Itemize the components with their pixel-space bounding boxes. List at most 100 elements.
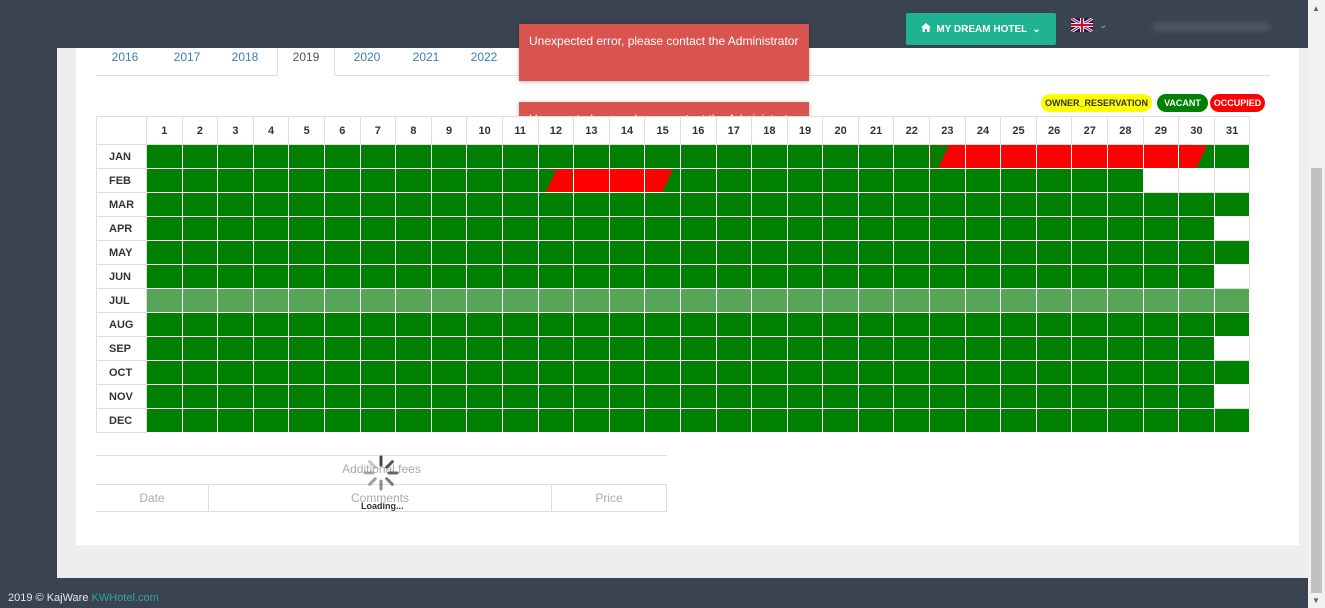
day-cell[interactable]	[252, 264, 290, 289]
day-cell[interactable]	[573, 408, 610, 433]
day-cell[interactable]	[1035, 264, 1073, 289]
day-cell[interactable]	[608, 360, 646, 385]
day-cell[interactable]	[1213, 144, 1251, 169]
day-cell[interactable]	[146, 216, 183, 241]
day-cell[interactable]	[217, 240, 254, 265]
day-cell[interactable]	[893, 288, 931, 313]
day-cell[interactable]	[822, 408, 859, 433]
day-cell[interactable]	[929, 408, 966, 433]
day-cell[interactable]	[857, 336, 895, 361]
day-cell[interactable]	[1107, 264, 1144, 289]
day-cell[interactable]	[857, 288, 895, 313]
day-cell[interactable]	[751, 288, 788, 313]
day-cell[interactable]	[893, 408, 931, 433]
day-cell[interactable]	[466, 192, 503, 217]
day-cell[interactable]	[288, 216, 325, 241]
day-cell[interactable]	[1000, 384, 1037, 409]
day-cell[interactable]	[964, 288, 1002, 313]
day-cell[interactable]	[217, 312, 254, 337]
day-cell[interactable]	[395, 408, 432, 433]
day-cell[interactable]	[252, 384, 290, 409]
day-cell[interactable]	[1071, 192, 1109, 217]
day-cell[interactable]	[893, 240, 931, 265]
day-cell[interactable]	[929, 192, 966, 217]
day-cell[interactable]	[1035, 240, 1073, 265]
day-cell[interactable]	[466, 144, 503, 169]
day-cell[interactable]	[395, 336, 432, 361]
day-cell[interactable]	[644, 336, 681, 361]
day-cell[interactable]	[395, 312, 432, 337]
day-cell[interactable]	[857, 264, 895, 289]
day-cell[interactable]	[1213, 192, 1251, 217]
day-cell[interactable]	[395, 216, 432, 241]
day-cell[interactable]	[1000, 240, 1037, 265]
error-toast[interactable]: Unexpected error, please contact the Adm…	[519, 24, 809, 81]
day-cell[interactable]	[893, 192, 931, 217]
day-cell[interactable]	[608, 216, 646, 241]
day-cell[interactable]	[679, 216, 717, 241]
day-cell[interactable]	[1178, 408, 1215, 433]
day-cell[interactable]	[288, 264, 325, 289]
tab-year-2016[interactable]: 2016	[96, 48, 154, 76]
day-cell[interactable]	[537, 360, 575, 385]
day-cell[interactable]	[146, 384, 183, 409]
day-cell[interactable]	[1071, 408, 1109, 433]
day-cell[interactable]	[751, 264, 788, 289]
day-cell[interactable]	[323, 192, 361, 217]
day-cell[interactable]	[573, 336, 610, 361]
day-cell[interactable]	[217, 336, 254, 361]
day-cell[interactable]	[359, 336, 397, 361]
day-cell[interactable]	[644, 312, 681, 337]
day-cell[interactable]	[288, 240, 325, 265]
day-cell[interactable]	[786, 288, 824, 313]
day-cell[interactable]	[1142, 192, 1180, 217]
day-cell[interactable]	[964, 360, 1002, 385]
day-cell[interactable]	[537, 264, 575, 289]
day-cell[interactable]	[715, 144, 753, 169]
day-cell[interactable]	[1178, 360, 1215, 385]
day-cell[interactable]	[1107, 384, 1144, 409]
day-cell[interactable]	[715, 168, 753, 193]
day-cell[interactable]	[217, 192, 254, 217]
day-cell[interactable]	[608, 264, 646, 289]
day-cell[interactable]	[857, 384, 895, 409]
day-cell[interactable]	[751, 192, 788, 217]
day-cell[interactable]	[1035, 288, 1073, 313]
day-cell[interactable]	[359, 240, 397, 265]
day-cell[interactable]	[430, 168, 468, 193]
day-cell[interactable]	[181, 408, 219, 433]
day-cell[interactable]	[359, 264, 397, 289]
day-cell[interactable]	[430, 360, 468, 385]
day-cell[interactable]	[252, 168, 290, 193]
day-cell[interactable]	[573, 240, 610, 265]
day-cell[interactable]	[964, 264, 1002, 289]
day-cell[interactable]	[822, 168, 859, 193]
day-cell[interactable]	[395, 192, 432, 217]
day-cell[interactable]	[359, 288, 397, 313]
day-cell[interactable]	[573, 144, 610, 169]
day-cell[interactable]	[1071, 288, 1109, 313]
day-cell[interactable]	[537, 288, 575, 313]
day-cell[interactable]	[1178, 312, 1215, 337]
day-cell[interactable]	[288, 144, 325, 169]
day-cell[interactable]	[181, 168, 219, 193]
day-cell[interactable]	[359, 168, 397, 193]
day-cell[interactable]	[1000, 264, 1037, 289]
day-cell[interactable]	[822, 312, 859, 337]
day-cell[interactable]	[252, 288, 290, 313]
day-cell[interactable]	[1178, 288, 1215, 313]
day-cell[interactable]	[573, 192, 610, 217]
day-cell[interactable]	[181, 312, 219, 337]
day-cell[interactable]	[786, 216, 824, 241]
day-cell[interactable]	[430, 312, 468, 337]
day-cell[interactable]	[608, 192, 646, 217]
day-cell[interactable]	[644, 360, 681, 385]
day-cell[interactable]	[395, 144, 432, 169]
day-cell[interactable]	[929, 384, 966, 409]
day-cell[interactable]	[1107, 288, 1144, 313]
day-cell[interactable]	[430, 144, 468, 169]
day-cell[interactable]	[715, 240, 753, 265]
day-cell[interactable]	[323, 384, 361, 409]
day-cell[interactable]	[537, 312, 575, 337]
day-cell[interactable]	[893, 336, 931, 361]
